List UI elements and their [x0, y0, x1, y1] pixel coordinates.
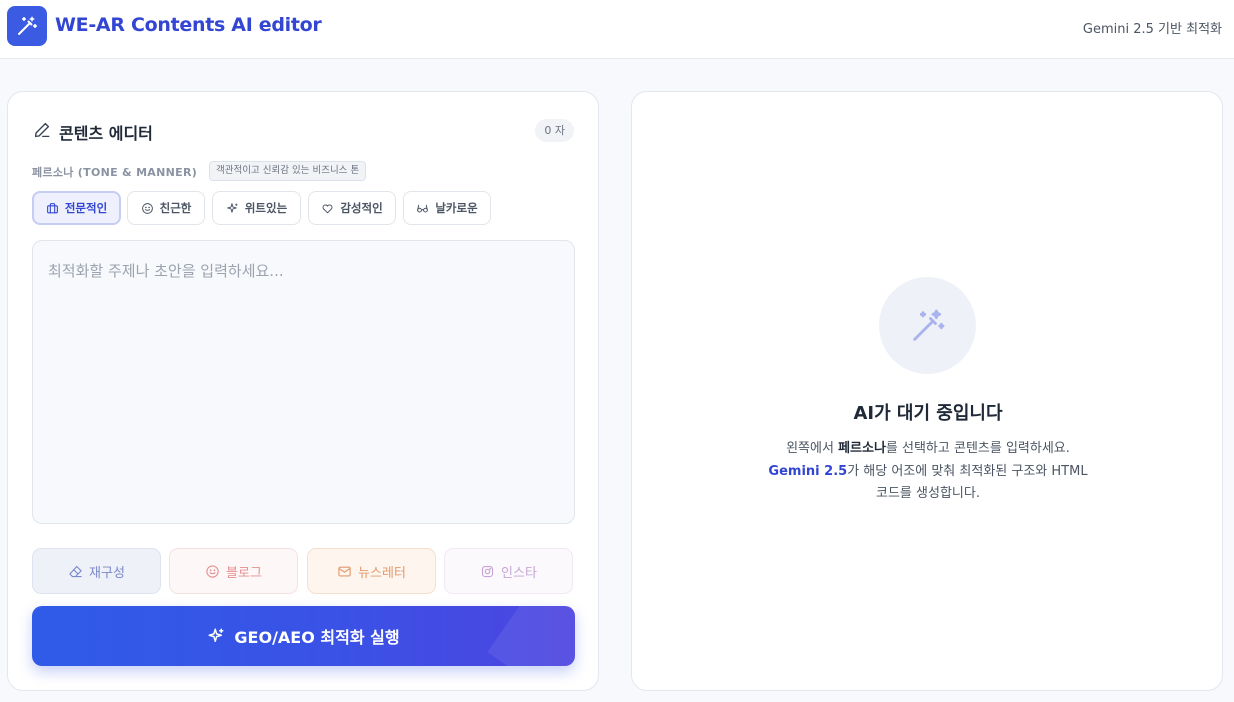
tone-label: 위트있는: [244, 201, 288, 215]
smile-icon: [141, 202, 153, 214]
model-emphasis: Gemini 2.5: [768, 463, 848, 479]
app-header: WE-AR Contents AI editor Gemini 2.5 기반 최…: [0, 0, 1234, 59]
instagram-icon: [481, 565, 494, 577]
format-label: 뉴스레터: [358, 565, 406, 581]
tone-button-professional[interactable]: 전문적인: [32, 191, 121, 225]
tone-button-emotional[interactable]: 감성적인: [308, 191, 396, 225]
format-label: 블로그: [226, 565, 262, 581]
heart-icon: [322, 204, 333, 213]
briefcase-icon: [46, 202, 58, 213]
eraser-icon: [69, 565, 82, 577]
tone-label: 날카로운: [435, 201, 478, 215]
sparkle-icon: [208, 628, 224, 642]
description-text: 왼쪽에서: [786, 441, 839, 456]
format-label: 인스타: [501, 565, 537, 581]
smile-icon: [206, 564, 219, 578]
content-input[interactable]: [32, 240, 575, 524]
waiting-title: AI가 대기 중입니다: [853, 403, 1003, 424]
glasses-icon: [417, 204, 429, 213]
description-text: 가 해당 어조에 맞춰 최적화된 구조와 HTML: [847, 463, 1088, 479]
description-line-1: 왼쪽에서 페르소나를 선택하고 콘텐츠를 입력하세요.: [632, 438, 1224, 461]
tone-button-sharp[interactable]: 날카로운: [403, 191, 491, 225]
description-text: 를 선택하고 콘텐츠를 입력하세요.: [885, 441, 1070, 456]
magic-wand-icon: [7, 6, 47, 46]
editor-title: 콘텐츠 에디터: [59, 124, 153, 143]
pencil-icon: [34, 122, 50, 138]
model-info: Gemini 2.5 기반 최적화: [1082, 22, 1222, 37]
wand-placeholder: [879, 277, 976, 374]
format-label: 재구성: [89, 565, 125, 581]
description-line-3: 코드를 생성합니다.: [876, 486, 980, 501]
description-line-2: Gemini 2.5가 해당 어조에 맞춰 최적화된 구조와 HTML: [632, 461, 1224, 484]
tone-button-witty[interactable]: 위트있는: [212, 191, 301, 225]
format-button-instagram[interactable]: 인스타: [444, 548, 573, 594]
button-sheen: [487, 606, 575, 666]
run-optimization-button[interactable]: GEO/AEO 최적화 실행: [32, 606, 575, 666]
content-editor-panel: 콘텐츠 에디터 0 자 페르소나 (TONE & MANNER) 객관적이고 신…: [7, 91, 599, 691]
run-button-label: GEO/AEO 최적화 실행: [234, 628, 400, 647]
tone-button-friendly[interactable]: 친근한: [127, 191, 205, 225]
format-button-newsletter[interactable]: 뉴스레터: [307, 548, 436, 594]
tone-label: 감성적인: [340, 201, 383, 215]
result-panel: AI가 대기 중입니다 왼쪽에서 페르소나를 선택하고 콘텐츠를 입력하세요. …: [631, 91, 1223, 691]
tone-label: 친근한: [159, 201, 192, 215]
char-count-badge: 0 자: [535, 119, 574, 142]
sparkle-icon: [226, 202, 238, 213]
magic-wand-icon: [912, 309, 944, 341]
app-title: WE-AR Contents AI editor: [55, 14, 322, 36]
tone-label: 전문적인: [64, 201, 108, 215]
format-button-blog[interactable]: 블로그: [169, 548, 298, 594]
persona-label: 페르소나 (TONE & MANNER): [32, 166, 198, 179]
waiting-description: 왼쪽에서 페르소나를 선택하고 콘텐츠를 입력하세요. Gemini 2.5가 …: [632, 438, 1224, 506]
persona-hint: 객관적이고 신뢰감 있는 비즈니스 톤: [209, 161, 367, 181]
persona-emphasis: 페르소나: [838, 441, 886, 456]
format-button-restructure[interactable]: 재구성: [32, 548, 161, 594]
mail-icon: [338, 566, 351, 576]
